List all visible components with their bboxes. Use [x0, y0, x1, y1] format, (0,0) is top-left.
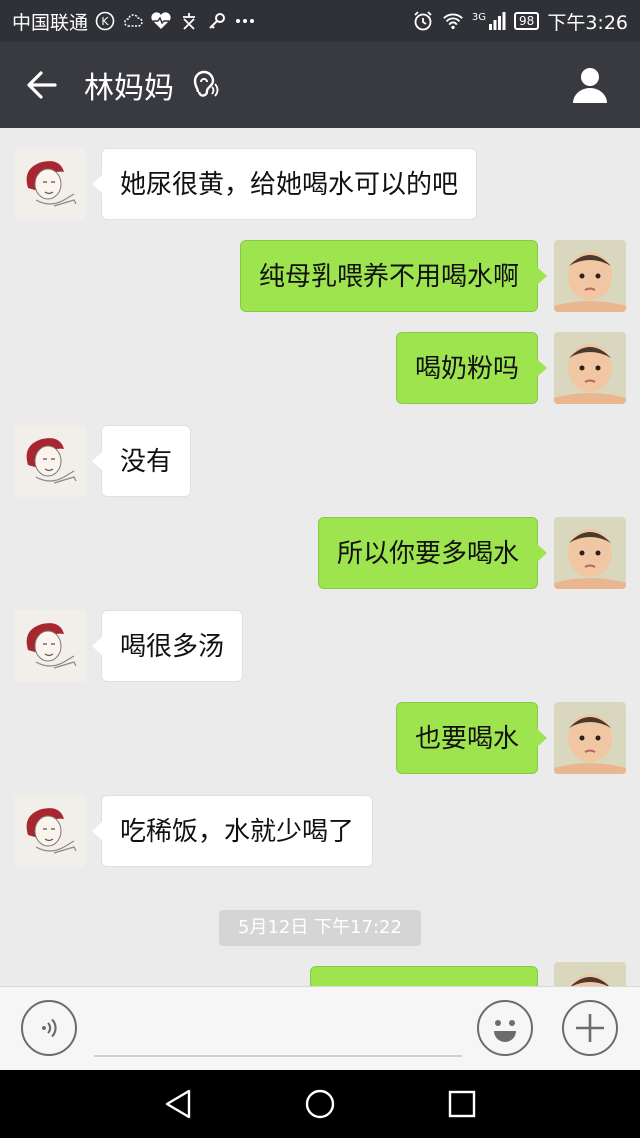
status-bar: 中国联通 K 3G 98 下午3:26 — [0, 0, 640, 42]
nav-home-button[interactable] — [302, 1086, 338, 1122]
clock: 下午3:26 — [547, 11, 628, 34]
voice-input-button[interactable] — [21, 1000, 77, 1056]
wifi-icon — [442, 10, 464, 32]
message-input[interactable] — [94, 1007, 462, 1057]
smiley-icon — [494, 1020, 516, 1042]
square-recents-icon — [448, 1090, 476, 1118]
network-type-label: 3G — [471, 12, 487, 23]
user-avatar[interactable] — [554, 517, 626, 589]
message-bubble-received[interactable]: 她尿很黄，给她喝水可以的吧 — [91, 148, 478, 220]
user-avatar[interactable] — [554, 962, 626, 986]
message-timestamp: 5月12日 下午17:22 — [219, 910, 421, 946]
heart-rate-icon — [150, 10, 172, 32]
user-avatar[interactable] — [554, 240, 626, 312]
more-dots-icon — [234, 10, 256, 32]
circle-home-icon — [305, 1089, 335, 1119]
message-bubble-sent[interactable]: 喝奶粉吗 — [395, 332, 548, 404]
more-actions-button[interactable] — [562, 1000, 618, 1056]
back-button[interactable] — [12, 42, 72, 128]
carrier-label: 中国联通 — [12, 11, 89, 34]
profile-button[interactable] — [560, 55, 620, 115]
message-list[interactable]: 她尿很黄，给她喝水可以的吧 纯母乳喂养不用喝水啊 喝奶粉吗 没有 所以你要多喝水… — [0, 128, 640, 986]
voice-wave-icon — [42, 1018, 57, 1038]
arrow-left-icon — [27, 71, 57, 99]
alarm-icon — [412, 10, 434, 32]
chat-header: 林妈妈 — [0, 42, 640, 128]
emoji-button[interactable] — [477, 1000, 533, 1056]
message-bubble-received[interactable]: 喝很多汤 — [91, 610, 244, 682]
message-bubble-sent[interactable] — [310, 966, 538, 986]
cloud-icon — [122, 10, 144, 32]
battery-level: 98 — [514, 12, 540, 30]
contact-avatar[interactable] — [14, 795, 86, 867]
nav-recents-button[interactable] — [444, 1086, 480, 1122]
user-avatar[interactable] — [554, 332, 626, 404]
message-bubble-received[interactable]: 没有 — [91, 425, 192, 497]
plus-icon — [576, 1014, 604, 1042]
system-nav-bar — [0, 1070, 640, 1138]
svg-text:K: K — [101, 15, 109, 28]
chat-title: 林妈妈 — [84, 71, 174, 106]
signal-icon: 3G — [472, 12, 506, 30]
message-bubble-received[interactable]: 吃稀饭，水就少喝了 — [91, 795, 374, 867]
person-icon — [573, 68, 607, 103]
triangle-back-icon — [165, 1089, 191, 1119]
message-bubble-sent[interactable]: 纯母乳喂养不用喝水啊 — [239, 240, 548, 312]
message-bubble-sent[interactable]: 也要喝水 — [395, 702, 548, 774]
key-icon — [206, 10, 228, 32]
k-circle-icon: K — [94, 10, 116, 32]
input-bar — [0, 986, 640, 1070]
nav-back-button[interactable] — [160, 1086, 196, 1122]
chinese-text-icon — [178, 10, 200, 32]
earpiece-mode-icon — [190, 70, 220, 100]
user-avatar[interactable] — [554, 702, 626, 774]
contact-avatar[interactable] — [14, 425, 86, 497]
contact-avatar[interactable] — [14, 148, 86, 220]
contact-avatar[interactable] — [14, 610, 86, 682]
message-bubble-sent[interactable]: 所以你要多喝水 — [317, 517, 548, 589]
